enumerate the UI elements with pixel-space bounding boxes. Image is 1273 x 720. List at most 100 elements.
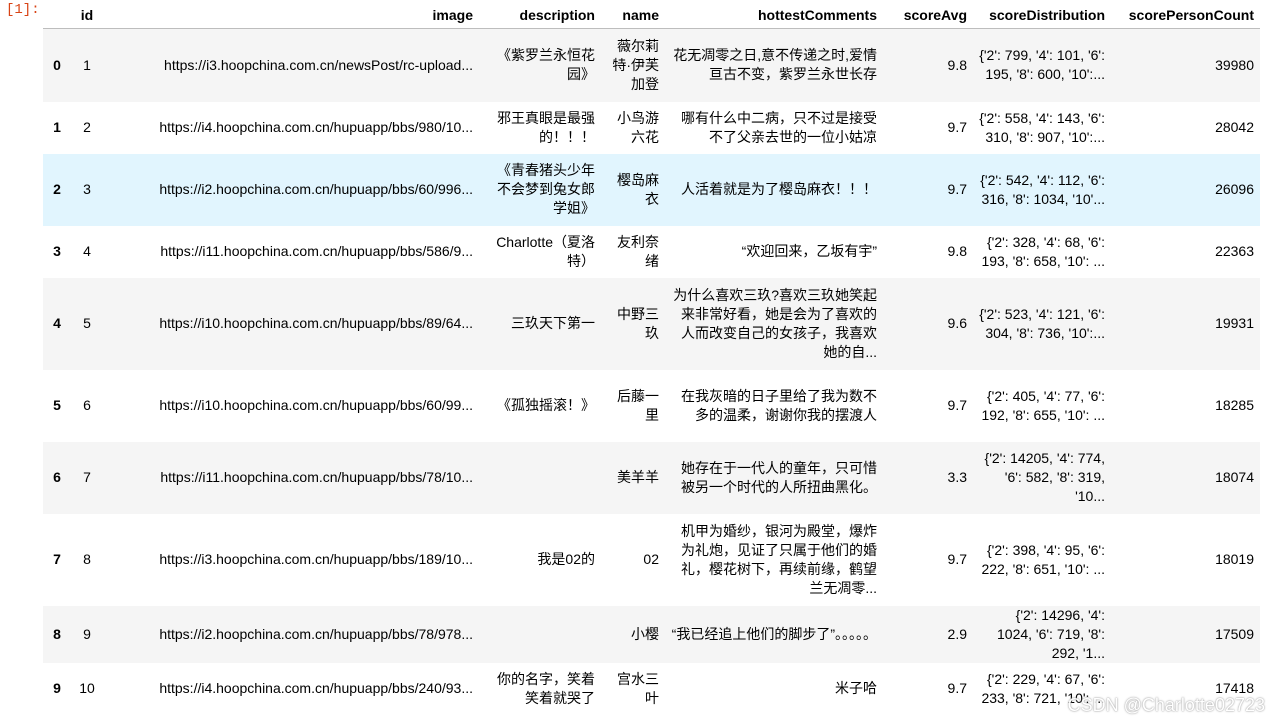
cell-scoreDistribution: {'2': 328, '4': 68, '6': 193, '8': 658, … bbox=[981, 233, 1105, 269]
table-row: 1 2 https://i4.hoopchina.com.cn/hupuapp/bb… bbox=[43, 102, 1260, 154]
dataframe-table: id image description name hottestComment… bbox=[43, 0, 1260, 715]
cell-scoreDistribution: {'2': 405, '4': 77, '6': 192, '8': 655, … bbox=[981, 387, 1105, 423]
table-row: 3 4 https://i11.hoopchina.com.cn/hupuapp/b… bbox=[43, 226, 1260, 278]
cell-hottestComments: 她存在于一代人的童年，只可惜被另一个时代的人所扭曲黑化。 bbox=[681, 459, 877, 495]
csdn-watermark: CSDN @Charlotte02723 bbox=[1067, 695, 1265, 715]
cell-scoreAvg: 9.7 bbox=[947, 680, 967, 696]
table-row: 8 9 https://i2.hoopchina.com.cn/hupuapp/bb… bbox=[43, 605, 1260, 663]
cell-image: https://i11.hoopchina.com.cn/hupuapp/bbs… bbox=[160, 243, 473, 259]
cell-name: 薇尔莉特·伊芙加登 bbox=[612, 37, 659, 92]
cell-scorePersonCount: 19931 bbox=[1215, 315, 1254, 331]
cell-description: 《紫罗兰永恒花园》 bbox=[497, 47, 595, 83]
cell-image: https://i2.hoopchina.com.cn/hupuapp/bbs/… bbox=[159, 625, 473, 642]
cell-id: 2 bbox=[83, 119, 91, 135]
cell-name: 后藤一里 bbox=[617, 387, 659, 423]
column-header: name bbox=[601, 0, 665, 29]
dataframe-output: id image description name hottestComment… bbox=[43, 0, 1260, 715]
cell-image: https://i3.hoopchina.com.cn/newsPost/rc-… bbox=[164, 56, 473, 73]
cell-name: 中野三玖 bbox=[617, 305, 659, 341]
cell-name: 小樱 bbox=[631, 625, 659, 642]
cell-scoreAvg: 9.7 bbox=[947, 181, 967, 197]
cell-description: 三玖天下第一 bbox=[511, 315, 595, 331]
cell-hottestComments: 在我灰暗的日子里给了我为数不多的温柔，谢谢你我的摆渡人 bbox=[681, 387, 877, 423]
cell-hottestComments: 花无凋零之日,意不传递之时,爱情亘古不变，紫罗兰永世长存 bbox=[673, 47, 877, 83]
cell-image: https://i4.hoopchina.com.cn/hupuapp/bbs/… bbox=[159, 680, 473, 696]
table-row: 5 6 https://i10.hoopchina.com.cn/hupuapp/b… bbox=[43, 370, 1260, 442]
cell-prompt: [1]: bbox=[6, 2, 40, 18]
cell-name: 友利奈绪 bbox=[617, 233, 659, 269]
cell-scoreAvg: 9.7 bbox=[947, 397, 967, 413]
cell-image: https://i10.hoopchina.com.cn/hupuapp/bbs… bbox=[159, 315, 473, 331]
cell-image: https://i4.hoopchina.com.cn/hupuapp/bbs/… bbox=[159, 119, 473, 135]
cell-scoreDistribution: {'2': 398, '4': 95, '6': 222, '8': 651, … bbox=[981, 541, 1105, 577]
cell-id: 4 bbox=[83, 243, 91, 259]
cell-image: https://i10.hoopchina.com.cn/hupuapp/bbs… bbox=[159, 397, 473, 413]
column-header: scoreDistribution bbox=[973, 0, 1111, 29]
row-index: 7 bbox=[53, 551, 61, 567]
cell-description bbox=[479, 606, 601, 663]
cell-hottestComments: 米子哈 bbox=[835, 680, 877, 696]
row-index: 5 bbox=[53, 397, 61, 413]
cell-scoreDistribution: {'2': 14205, '4': 774, '6': 582, '8': 31… bbox=[984, 450, 1105, 504]
table-row: 2 3 https://i2.hoopchina.com.cn/hupuapp/bb… bbox=[43, 153, 1260, 226]
cell-image: https://i3.hoopchina.com.cn/hupuapp/bbs/… bbox=[159, 551, 473, 567]
cell-description: 你的名字，笑着笑着就哭了 bbox=[497, 670, 595, 706]
cell-scoreDistribution: {'2': 542, '4': 112, '6': 316, '8': 1034… bbox=[980, 171, 1105, 207]
cell-hottestComments: 为什么喜欢三玖?喜欢三玖她笑起来非常好看，她是会为了喜欢的人而改变自己的女孩子，… bbox=[673, 286, 877, 360]
cell-name: 樱岛麻衣 bbox=[617, 171, 659, 207]
cell-scoreAvg: 9.8 bbox=[947, 243, 967, 259]
column-header: description bbox=[479, 0, 601, 29]
cell-scoreDistribution: {'2': 558, '4': 143, '6': 310, '8': 907,… bbox=[979, 109, 1105, 145]
cell-description: 我是02的 bbox=[537, 551, 595, 567]
column-header: id bbox=[71, 0, 103, 29]
table-row: 0 1 https://i3.hoopchina.com.cn/newsPost/r… bbox=[43, 28, 1260, 102]
column-header: image bbox=[103, 0, 479, 29]
table-row: 6 7 https://i11.hoopchina.com.cn/hupuapp/b… bbox=[43, 441, 1260, 514]
row-index: 4 bbox=[53, 315, 61, 331]
cell-id: 3 bbox=[83, 181, 91, 197]
row-index: 3 bbox=[53, 243, 61, 259]
row-index: 8 bbox=[53, 625, 61, 642]
cell-scorePersonCount: 17509 bbox=[1215, 625, 1254, 642]
cell-description bbox=[479, 442, 601, 514]
cell-scorePersonCount: 39980 bbox=[1215, 56, 1254, 73]
row-index: 9 bbox=[53, 680, 61, 696]
cell-scorePersonCount: 18019 bbox=[1215, 551, 1254, 567]
cell-hottestComments: “欢迎回来，乙坂有宇” bbox=[741, 243, 877, 259]
cell-id: 7 bbox=[83, 469, 91, 485]
table-row: 7 8 https://i3.hoopchina.com.cn/hupuapp/bb… bbox=[43, 514, 1260, 606]
cell-description: 《青春猪头少年不会梦到兔女郎学姐》 bbox=[497, 162, 595, 216]
cell-description: 《孤独摇滚！》 bbox=[497, 397, 595, 413]
row-index: 6 bbox=[53, 469, 61, 485]
cell-name: 02 bbox=[643, 551, 659, 567]
cell-id: 8 bbox=[83, 551, 91, 567]
cell-id: 9 bbox=[83, 625, 91, 642]
cell-hottestComments: 机甲为婚纱，银河为殿堂，爆炸为礼炮，见证了只属于他们的婚礼，樱花树下，再续前缘，… bbox=[681, 522, 877, 596]
cell-scoreDistribution: {'2': 799, '4': 101, '6': 195, '8': 600,… bbox=[979, 47, 1105, 83]
cell-scorePersonCount: 28042 bbox=[1215, 119, 1254, 135]
cell-scoreDistribution: {'2': 523, '4': 121, '6': 304, '8': 736,… bbox=[979, 305, 1105, 341]
cell-scorePersonCount: 18285 bbox=[1215, 397, 1254, 413]
cell-hottestComments: 哪有什么中二病，只不过是接受不了父亲去世的一位小姑凉 bbox=[681, 109, 877, 145]
cell-description: Charlotte（夏洛特） bbox=[496, 233, 595, 269]
cell-scoreAvg: 9.7 bbox=[947, 119, 967, 135]
cell-id: 10 bbox=[79, 680, 95, 696]
header-row: id image description name hottestComment… bbox=[43, 0, 1260, 29]
index-header bbox=[43, 0, 71, 29]
cell-id: 5 bbox=[83, 315, 91, 331]
row-index: 2 bbox=[53, 181, 61, 197]
cell-scorePersonCount: 18074 bbox=[1215, 469, 1254, 485]
cell-hottestComments: “我已经追上他们的脚步了”。。。。。 bbox=[671, 625, 877, 642]
cell-name: 宫水三叶 bbox=[617, 670, 659, 706]
cell-image: https://i2.hoopchina.com.cn/hupuapp/bbs/… bbox=[159, 181, 473, 197]
cell-id: 1 bbox=[83, 56, 91, 73]
cell-image: https://i11.hoopchina.com.cn/hupuapp/bbs… bbox=[160, 469, 473, 485]
cell-name: 小鸟游六花 bbox=[617, 109, 659, 145]
cell-id: 6 bbox=[83, 397, 91, 413]
cell-scoreAvg: 2.9 bbox=[947, 625, 967, 642]
row-index: 1 bbox=[53, 119, 61, 135]
column-header: scorePersonCount bbox=[1111, 0, 1260, 29]
cell-name: 美羊羊 bbox=[617, 469, 659, 485]
row-index: 0 bbox=[53, 56, 61, 73]
cell-description: 邪王真眼是最强的！！！ bbox=[497, 109, 595, 145]
